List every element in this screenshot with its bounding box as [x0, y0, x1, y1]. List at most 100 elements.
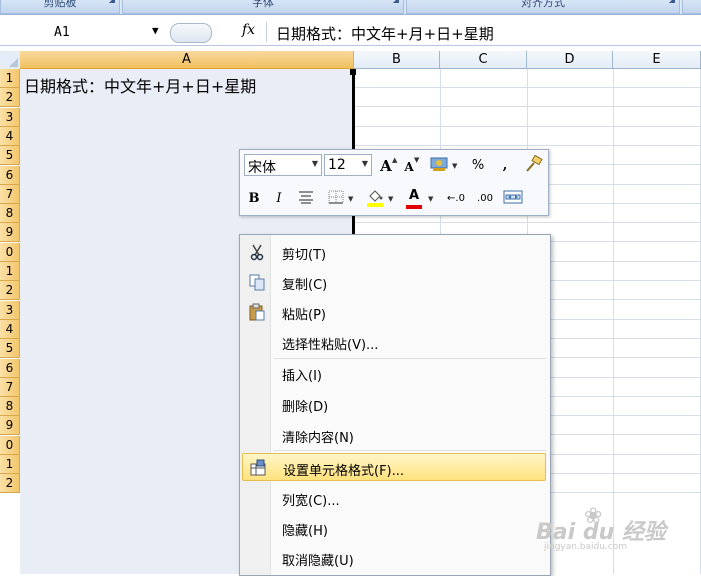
row-header[interactable]: 9: [0, 416, 20, 435]
font-name-value: 宋体: [248, 160, 276, 176]
menu-item-cut[interactable]: 剪切(T): [242, 238, 546, 266]
row-header[interactable]: 2: [0, 281, 20, 300]
chevron-down-icon[interactable]: ▼: [388, 195, 393, 203]
column-header-d[interactable]: D: [527, 51, 613, 69]
font-color-bar: [406, 205, 422, 209]
scissors-icon: [248, 243, 266, 261]
column-gridline: [613, 69, 614, 574]
menu-item-copy[interactable]: 复制(C): [242, 268, 546, 296]
ribbon-group-alignment[interactable]: 对齐方式 ◢: [406, 0, 680, 14]
column-header-b[interactable]: B: [354, 51, 440, 69]
row-header[interactable]: 0: [0, 436, 20, 455]
merge-center-button[interactable]: [502, 189, 524, 209]
name-box[interactable]: A1 ▼: [0, 22, 168, 43]
decrease-decimal-button[interactable]: .00: [472, 189, 498, 209]
chevron-down-icon[interactable]: ▼: [362, 159, 368, 168]
format-painter-icon: [526, 154, 543, 172]
format-painter-button[interactable]: [522, 154, 544, 175]
font-size-select[interactable]: 12 ▼: [324, 154, 372, 176]
menu-item-label: 剪切(T): [282, 248, 327, 263]
percent-style-button[interactable]: %: [468, 156, 488, 176]
column-header-e[interactable]: E: [613, 51, 701, 69]
row-header[interactable]: 2: [0, 474, 20, 493]
menu-item-hide[interactable]: 隐藏(H): [242, 514, 546, 542]
row-header[interactable]: 1: [0, 455, 20, 474]
row-header[interactable]: 2: [0, 88, 20, 107]
font-name-select[interactable]: 宋体 ▼: [244, 154, 322, 176]
chevron-down-icon[interactable]: ▼: [428, 195, 433, 203]
menu-item-label: 列宽(C)...: [282, 494, 340, 509]
menu-item-label: 粘贴(P): [282, 308, 326, 323]
center-align-button[interactable]: [296, 189, 316, 209]
row-header[interactable]: 0: [0, 243, 20, 262]
ribbon-group-partial[interactable]: [682, 0, 701, 14]
cell-a1[interactable]: 日期格式：中文年+月+日+星期: [24, 73, 256, 97]
accounting-format-button[interactable]: [428, 155, 450, 175]
ribbon-group-clipboard[interactable]: 剪贴板 ◢: [0, 0, 120, 14]
formula-input[interactable]: 日期格式：中文年+月+日+星期: [276, 23, 494, 44]
italic-button[interactable]: I: [272, 189, 286, 209]
row-header[interactable]: 6: [0, 359, 20, 378]
formula-bar-resize-handle[interactable]: [170, 23, 212, 43]
comma-style-button[interactable]: ,: [498, 156, 512, 176]
bold-button[interactable]: B: [246, 189, 262, 209]
column-header-c[interactable]: C: [440, 51, 527, 69]
format-cells-icon: [249, 459, 267, 477]
menu-item-clear-contents[interactable]: 清除内容(N): [242, 421, 546, 449]
caret-up-icon: ▲: [392, 156, 398, 164]
paste-icon: [248, 303, 266, 321]
row-header[interactable]: 5: [0, 339, 20, 358]
column-header-a[interactable]: A: [20, 51, 354, 69]
menu-item-label: 插入(I): [282, 369, 322, 384]
menu-item-column-width[interactable]: 列宽(C)...: [242, 484, 546, 512]
row-header[interactable]: 6: [0, 166, 20, 185]
menu-item-insert[interactable]: 插入(I): [242, 359, 546, 387]
chevron-down-icon[interactable]: ▼: [348, 195, 353, 203]
ribbon-group-label: 字体: [252, 0, 274, 9]
borders-button[interactable]: [326, 189, 346, 209]
menu-item-paste[interactable]: 粘贴(P): [242, 298, 546, 326]
ribbon-group-label: 剪贴板: [43, 0, 77, 9]
chevron-down-icon[interactable]: ▼: [452, 162, 457, 170]
dialog-launcher-icon[interactable]: ◢: [393, 0, 399, 4]
increase-decimal-button[interactable]: ←.0: [444, 189, 468, 209]
name-box-value: A1: [54, 25, 70, 40]
accounting-format-icon: [430, 157, 448, 171]
menu-item-label: 删除(D): [282, 400, 329, 415]
select-all-button[interactable]: [0, 51, 21, 70]
fill-handle[interactable]: [350, 69, 356, 75]
menu-item-paste-special[interactable]: 选择性粘贴(V)...: [242, 328, 546, 356]
row-header[interactable]: 8: [0, 397, 20, 416]
merge-center-icon: [503, 190, 523, 204]
menu-item-format-cells[interactable]: 设置单元格格式(F)...: [242, 453, 546, 481]
menu-item-label: 清除内容(N): [282, 431, 354, 446]
borders-icon: [328, 190, 344, 204]
row-header[interactable]: 5: [0, 146, 20, 165]
divider: [266, 22, 267, 42]
row-header[interactable]: 1: [0, 262, 20, 281]
row-header[interactable]: 3: [0, 301, 20, 320]
ribbon-group-font[interactable]: 字体 ◢: [122, 0, 404, 14]
row-header[interactable]: 1: [0, 69, 20, 88]
row-header[interactable]: 7: [0, 185, 20, 204]
dialog-launcher-icon[interactable]: ◢: [669, 0, 675, 4]
row-header[interactable]: 4: [0, 127, 20, 146]
row-header[interactable]: 8: [0, 204, 20, 223]
menu-item-label: 复制(C): [282, 278, 328, 293]
font-color-button[interactable]: A: [404, 186, 424, 209]
dialog-launcher-icon[interactable]: ◢: [109, 0, 115, 4]
menu-item-delete[interactable]: 删除(D): [242, 390, 546, 418]
fill-color-button[interactable]: [364, 187, 386, 207]
center-align-icon: [299, 191, 313, 204]
insert-function-button[interactable]: fx: [242, 22, 255, 38]
row-header[interactable]: 9: [0, 223, 20, 242]
menu-item-unhide[interactable]: 取消隐藏(U): [242, 544, 546, 572]
copy-icon: [248, 273, 266, 291]
font-size-value: 12: [328, 157, 346, 173]
row-header[interactable]: 7: [0, 378, 20, 397]
chevron-down-icon[interactable]: ▼: [312, 159, 318, 168]
row-header[interactable]: 3: [0, 108, 20, 127]
chevron-down-icon[interactable]: ▼: [152, 24, 159, 37]
fill-color-icon: [367, 190, 383, 207]
row-header[interactable]: 4: [0, 320, 20, 339]
